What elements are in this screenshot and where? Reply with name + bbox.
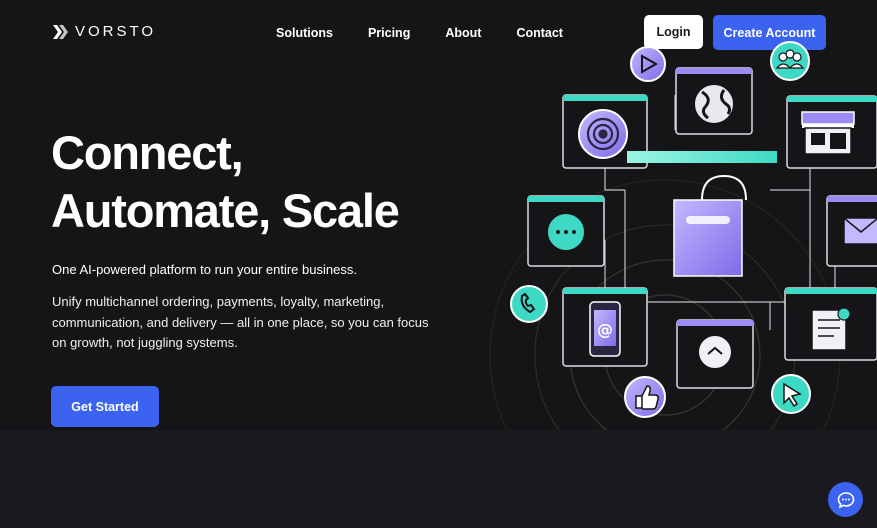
- thumbs-up-badge: [624, 376, 666, 418]
- get-started-button[interactable]: Get Started: [51, 386, 159, 427]
- play-badge: [630, 46, 666, 82]
- chat-bubble-icon: [546, 212, 586, 252]
- lower-section: [0, 430, 877, 528]
- headline-line-2: Automate, Scale: [51, 184, 400, 237]
- people-badge: [770, 41, 810, 81]
- svg-text:@: @: [597, 320, 613, 339]
- window-chat: [527, 195, 605, 267]
- window-mobile: @: [562, 287, 648, 367]
- hero-description: Unify multichannel ordering, payments, l…: [52, 294, 429, 350]
- mail-icon: [843, 217, 877, 245]
- mobile-at-icon: @: [589, 301, 621, 357]
- window-lightbulb: [676, 319, 754, 389]
- window-mail: [826, 195, 877, 267]
- teal-progress-bar: [627, 151, 777, 163]
- chat-icon: [837, 491, 854, 508]
- main-nav: Solutions Pricing About Contact: [276, 26, 563, 40]
- chat-widget-button[interactable]: [828, 482, 863, 517]
- hero-headline: Connect, Automate, Scale: [51, 124, 400, 240]
- window-storefront: [786, 95, 877, 169]
- storefront-icon: [801, 111, 855, 155]
- window-receipt: [784, 287, 877, 361]
- receipt-icon: [811, 307, 851, 351]
- phone-badge: [510, 285, 548, 323]
- nav-link-about[interactable]: About: [445, 26, 481, 40]
- cursor-badge: [771, 374, 811, 414]
- hero-illustration: @: [489, 41, 877, 430]
- brand-name: VORSTO: [75, 23, 157, 40]
- headline-line-1: Connect,: [51, 126, 244, 179]
- logo-mark-icon: [53, 24, 68, 39]
- window-globe: [675, 67, 753, 135]
- globe-icon: [693, 83, 735, 125]
- brand-logo[interactable]: VORSTO: [53, 23, 156, 40]
- hero-subheading: One AI-powered platform to run your enti…: [52, 262, 357, 277]
- hero-section: VORSTO Solutions Pricing About Contact L…: [0, 0, 877, 430]
- shopping-bag-icon: [673, 174, 747, 277]
- nav-link-pricing[interactable]: Pricing: [368, 26, 410, 40]
- nav-link-solutions[interactable]: Solutions: [276, 26, 333, 40]
- nav-link-contact[interactable]: Contact: [516, 26, 563, 40]
